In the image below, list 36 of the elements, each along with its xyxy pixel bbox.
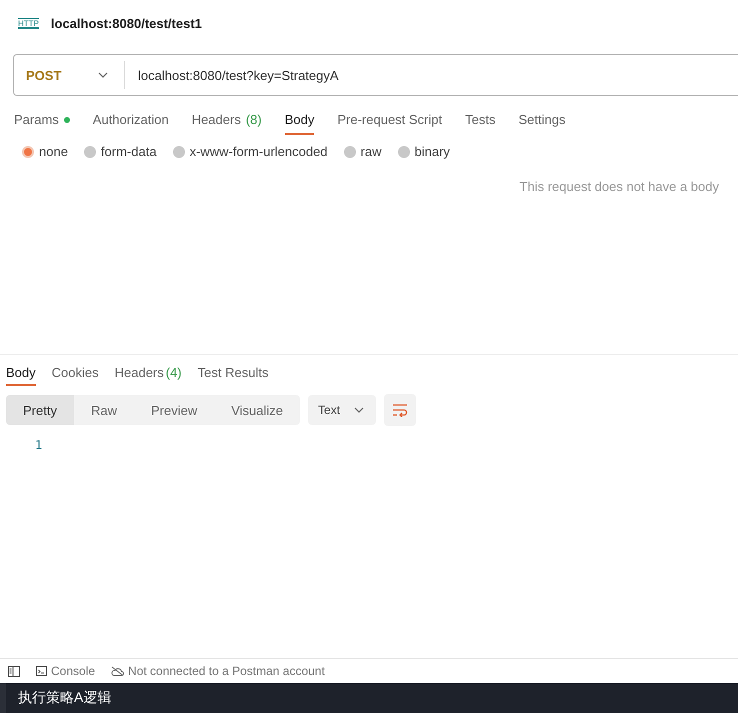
request-tab[interactable]: Params [14, 106, 70, 135]
request-tab[interactable]: Authorization [92, 106, 169, 135]
view-mode-button[interactable]: Pretty [6, 395, 74, 425]
method-dropdown[interactable]: POST [14, 68, 124, 82]
body-type-radio[interactable]: raw [344, 144, 382, 159]
request-tab[interactable]: Tests [465, 106, 496, 135]
wrap-lines-icon [392, 403, 408, 417]
wrap-lines-button[interactable] [384, 394, 416, 426]
request-tab[interactable]: Pre-request Script [337, 106, 442, 135]
empty-body-message: This request does not have a body [520, 179, 719, 194]
line-number: 1 [35, 438, 44, 452]
chevron-icon [354, 407, 364, 413]
console-button[interactable]: Console [36, 664, 96, 678]
request-title: localhost:8080/test/test1 [50, 16, 202, 30]
response-tab[interactable]: Cookies [52, 361, 99, 386]
chevron-icon [98, 72, 108, 78]
request-tab[interactable]: Body [284, 106, 314, 135]
response-tab[interactable]: Body [6, 361, 36, 386]
body-type-radio[interactable]: binary [398, 144, 450, 159]
response-tab[interactable]: Headers(4) [114, 361, 182, 386]
output-text: 执行策略A逻辑 [18, 689, 112, 707]
response-tab[interactable]: Test Results [198, 361, 268, 386]
account-status[interactable]: Not connected to a Postman account [111, 664, 325, 678]
view-mode-button[interactable]: Preview [134, 395, 214, 425]
request-tab[interactable]: Headers (8) [192, 106, 262, 135]
console-icon [36, 666, 47, 676]
cloud-off-icon [111, 666, 124, 676]
url-field[interactable]: POST localhost:8080/test?key=StrategyA [13, 54, 738, 96]
view-mode-button[interactable]: Raw [74, 395, 134, 425]
format-dropdown[interactable]: Text [308, 395, 376, 425]
body-type-radio[interactable]: x-www-form-urlencoded [172, 144, 328, 159]
view-mode-button[interactable]: Visualize [214, 395, 300, 425]
body-type-radio[interactable]: none [22, 144, 68, 159]
body-type-radio[interactable]: form-data [84, 144, 157, 159]
request-tab[interactable]: Settings [518, 106, 566, 135]
sidebar-toggle-icon[interactable] [8, 666, 20, 676]
